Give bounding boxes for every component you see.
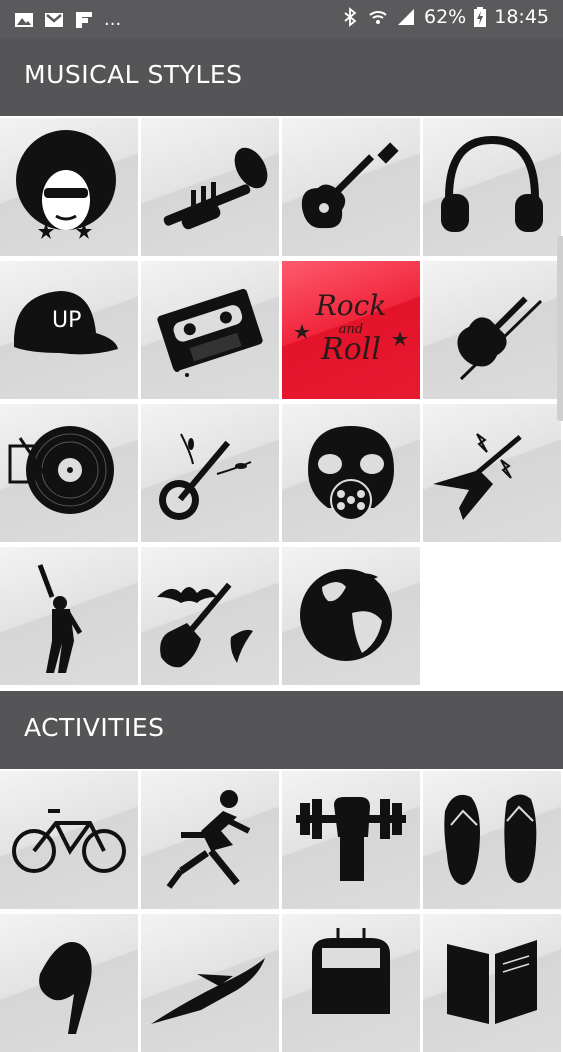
banjo-icon bbox=[159, 433, 252, 520]
bicycle-icon bbox=[12, 809, 126, 873]
airplane-icon bbox=[151, 958, 265, 1024]
activity-tile-beach[interactable] bbox=[423, 771, 561, 909]
style-tile-hiphop[interactable]: UP bbox=[0, 261, 138, 399]
activity-tile-fashion[interactable] bbox=[0, 914, 138, 1052]
bluetooth-icon bbox=[344, 7, 357, 27]
section-header-musical-styles: MUSICAL STYLES bbox=[0, 38, 563, 116]
globe-icon bbox=[300, 569, 392, 661]
cassette-tape-icon bbox=[157, 288, 263, 377]
disco-dancer-icon bbox=[37, 564, 83, 673]
gmail-icon bbox=[45, 12, 63, 27]
style-tile-country[interactable] bbox=[141, 404, 279, 542]
gas-mask-icon bbox=[308, 426, 394, 521]
section-header-activities: ACTIVITIES bbox=[0, 691, 563, 769]
cap-up-icon: UP bbox=[14, 291, 118, 355]
style-tile-blues[interactable] bbox=[282, 118, 420, 256]
clock: 18:45 bbox=[494, 6, 549, 28]
flying-v-guitar-icon bbox=[433, 433, 522, 520]
activity-tile-running[interactable] bbox=[141, 771, 279, 909]
style-tile-metal[interactable] bbox=[423, 404, 561, 542]
flip-flops-icon bbox=[444, 794, 537, 885]
book-icon bbox=[447, 940, 537, 1024]
style-tile-world[interactable] bbox=[282, 547, 420, 685]
battery-icon bbox=[474, 7, 487, 27]
rock-and-roll-icon: Rock and Roll bbox=[294, 289, 408, 367]
scrollbar[interactable] bbox=[557, 236, 563, 421]
violin-icon bbox=[457, 296, 543, 381]
style-tile-punk[interactable] bbox=[282, 404, 420, 542]
activity-tile-cycling[interactable] bbox=[0, 771, 138, 909]
style-tile-gothic[interactable] bbox=[141, 547, 279, 685]
train-icon bbox=[312, 928, 390, 1014]
style-tile-disco[interactable] bbox=[0, 547, 138, 685]
style-tile-jazz[interactable] bbox=[141, 118, 279, 256]
status-bar: ... 62% 18:45 bbox=[0, 0, 563, 38]
style-tile-dj[interactable] bbox=[0, 404, 138, 542]
style-tile-afro[interactable] bbox=[0, 118, 138, 256]
rock-text: Rock bbox=[315, 289, 387, 322]
activity-tile-travel[interactable] bbox=[141, 914, 279, 1052]
section-title: MUSICAL STYLES bbox=[24, 60, 243, 89]
activity-tile-train[interactable] bbox=[282, 914, 420, 1052]
headphones-icon bbox=[441, 135, 543, 232]
runner-icon bbox=[166, 790, 251, 889]
gallery-icon bbox=[15, 12, 33, 27]
activity-tile-reading[interactable] bbox=[423, 914, 561, 1052]
wifi-icon bbox=[369, 11, 387, 24]
dumbbell-fist-icon bbox=[296, 797, 406, 881]
style-tile-80s[interactable] bbox=[141, 261, 279, 399]
flipboard-icon bbox=[76, 11, 92, 28]
battery-percent: 62% bbox=[424, 6, 467, 28]
high-heel-icon bbox=[39, 942, 92, 1034]
trumpet-icon bbox=[163, 147, 268, 230]
style-tile-electronic[interactable] bbox=[423, 118, 561, 256]
signal-icon bbox=[398, 9, 414, 25]
afro-woman-icon bbox=[16, 130, 116, 239]
overflow-indicator: ... bbox=[104, 9, 122, 30]
activity-tile-fitness[interactable] bbox=[282, 771, 420, 909]
style-tile-rock-and-roll[interactable]: Rock and Roll bbox=[282, 261, 420, 399]
section-title: ACTIVITIES bbox=[24, 713, 165, 742]
electric-guitar-icon bbox=[301, 142, 399, 229]
style-tile-classical[interactable] bbox=[423, 261, 561, 399]
cap-text: UP bbox=[52, 308, 81, 333]
turntable-icon bbox=[8, 426, 114, 514]
bat-guitar-icon bbox=[157, 582, 253, 668]
roll-text: Roll bbox=[320, 332, 381, 367]
